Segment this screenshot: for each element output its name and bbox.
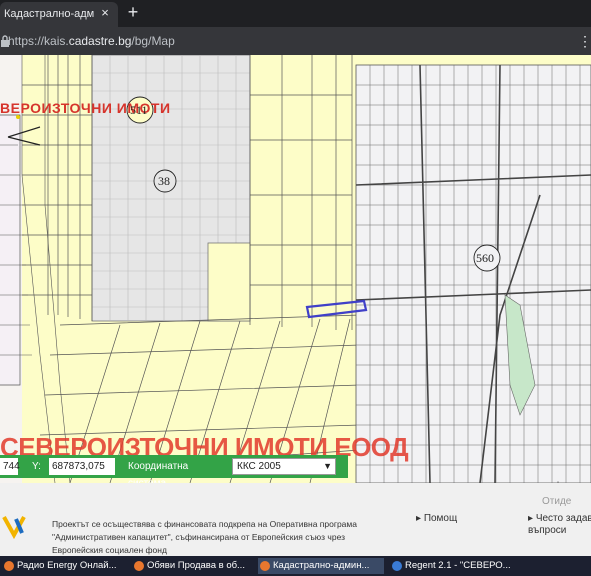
close-tab-icon[interactable]: × [98,6,112,20]
site-footer: Проектът се осъществява с финансовата по… [0,483,591,556]
y-coordinate-field[interactable]: 687873,075 [49,458,115,475]
project-description: Проектът се осъществява с финансовата по… [52,519,357,555]
new-tab-button[interactable]: + [124,3,142,21]
x-coordinate-field[interactable]: 744 [0,458,20,475]
firefox-icon [134,561,144,571]
windows-taskbar: Радио Energy Онлай... Обяви Продава в об… [0,556,591,576]
help-link[interactable]: ▸ Помощ [416,513,457,524]
chevron-down-icon: ▼ [323,461,332,471]
y-label: Y: [32,461,41,472]
cadastral-map[interactable]: ВЕРОИЗТОЧНИ ИМОТИ 511 38 560 СЕВЕРОИЗТОЧ… [0,55,591,483]
activate-windows-subtext: Отиде [542,496,572,507]
chevron-right-icon: ▸ [528,513,536,524]
taskbar-item[interactable]: Кадастрално-админ... [258,558,384,574]
url-text[interactable]: https://kais.cadastre.bg/bg/Map [8,34,175,48]
firefox-icon [4,561,14,571]
crs-label: Координатна система [125,458,227,489]
chevron-right-icon: ▸ [416,513,424,524]
faq-link[interactable]: ▸ Често задав. въпроси [528,513,591,537]
eu-logo-icon [2,516,26,539]
address-bar[interactable]: https://kais.cadastre.bg/bg/Map ⋮ [0,27,591,55]
browser-menu-icon[interactable]: ⋮ [578,33,591,49]
parcel-label-560: 560 [476,251,494,265]
taskbar-item[interactable]: Радио Energy Онлай... [2,558,130,574]
taskbar-item[interactable]: Обяви Продава в об... [132,558,252,574]
map-parcels [0,55,591,483]
browser-tab[interactable]: Кадастрално-административна × [0,2,118,27]
crs-select[interactable]: ККС 2005 ▼ [232,458,336,475]
parcel-label-511: 511 [130,103,148,117]
parcel-label-38: 38 [158,174,170,188]
coordinate-bar: 744 Y: 687873,075 Координатна система КК… [0,455,348,489]
tab-title: Кадастрално-административна [4,8,94,20]
taskbar-item[interactable]: Regent 2.1 - "СЕВЕРО... [390,558,510,574]
browser-tab-strip: Кадастрално-административна × + [0,0,591,27]
app-icon [392,561,402,571]
firefox-icon [260,561,270,571]
